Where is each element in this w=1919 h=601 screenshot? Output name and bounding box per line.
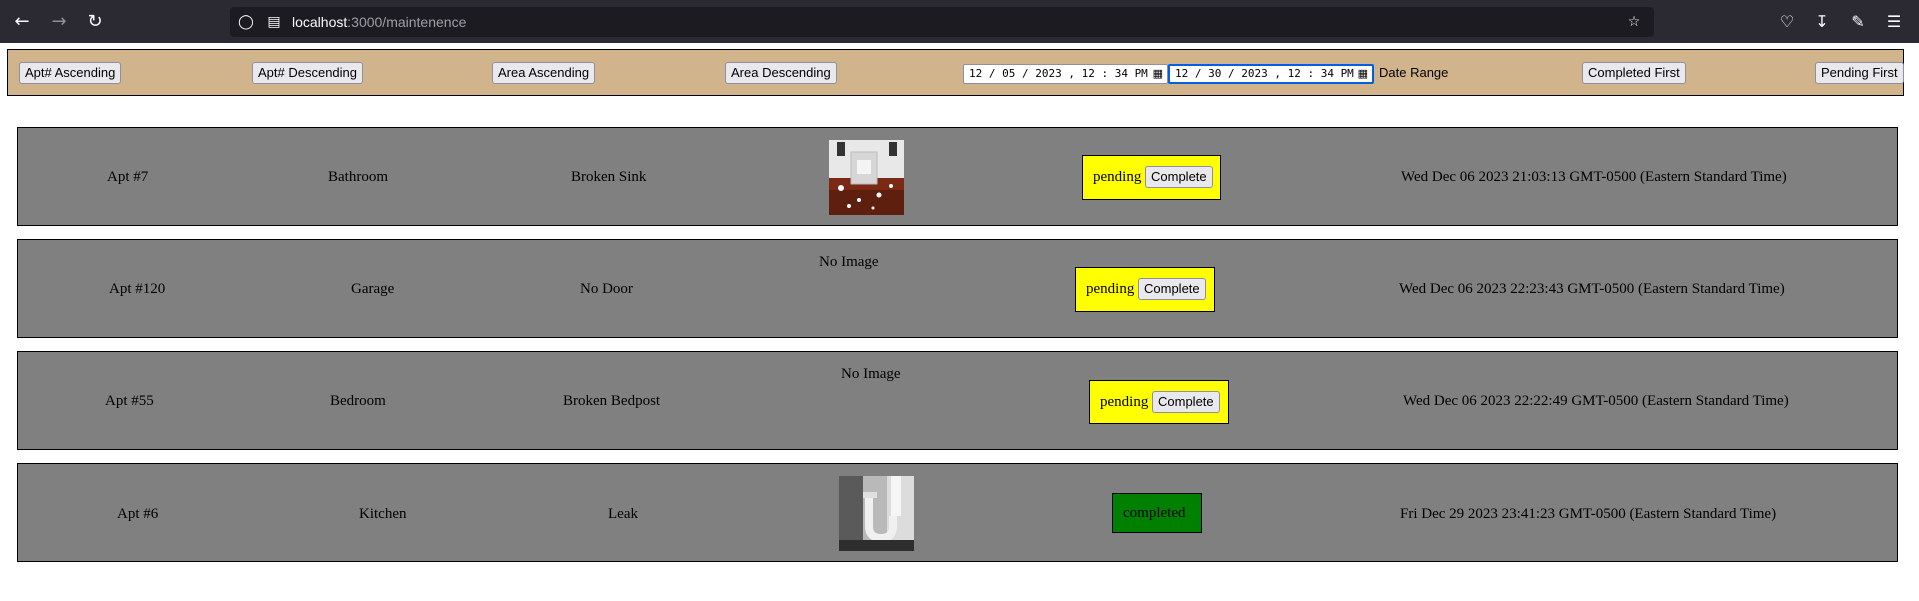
apt-ascending-button[interactable]: Apt# Ascending <box>19 62 122 84</box>
maintenance-request-row: Apt #6 Kitchen Leak completed Fri Dec 29… <box>17 463 1898 562</box>
status-badge: pending Complete <box>1082 155 1221 200</box>
url-bar[interactable]: ◯ ▤ localhost:3000/maintenence ☆ <box>230 7 1654 37</box>
start-date-value: 12 / 05 / 2023 , 12 : 34 PM <box>969 67 1148 80</box>
issue-description: Broken Bedpost <box>563 393 661 409</box>
end-date-value: 12 / 30 / 2023 , 12 : 34 PM <box>1175 67 1354 80</box>
complete-button[interactable]: Complete <box>1145 166 1213 188</box>
shield-icon[interactable]: ◯ <box>236 12 256 32</box>
area-descending-button[interactable]: Area Descending <box>725 62 837 84</box>
request-date: Wed Dec 06 2023 21:03:13 GMT-0500 (Easte… <box>1401 169 1787 185</box>
apt-descending-button[interactable]: Apt# Descending <box>252 62 364 84</box>
complete-button[interactable]: Complete <box>1152 391 1220 413</box>
back-arrow-icon[interactable]: ← <box>10 10 34 34</box>
download-icon[interactable]: ↧ <box>1810 10 1834 34</box>
maintenance-request-row: Apt #55 Bedroom Broken Bedpost No Image … <box>17 351 1898 450</box>
forward-arrow-icon: → <box>51 11 67 32</box>
area-ascending-button[interactable]: Area Ascending <box>492 62 596 84</box>
pending-first-button[interactable]: Pending First <box>1815 62 1904 84</box>
completed-first-button[interactable]: Completed First <box>1582 62 1686 84</box>
no-image-placeholder: No Image <box>819 254 879 270</box>
calendar-icon[interactable]: ▦ <box>1358 66 1368 82</box>
browser-toolbar: ← → ↻ ◯ ▤ localhost:3000/maintenence ☆ ♡… <box>0 0 1919 43</box>
url-path: :3000/maintenence <box>347 14 467 30</box>
hamburger-menu-icon[interactable]: ☰ <box>1882 10 1906 34</box>
status-text: pending <box>1100 394 1149 410</box>
status-badge: completed <box>1112 493 1202 533</box>
area: Garage <box>351 281 395 297</box>
request-date: Fri Dec 29 2023 23:41:23 GMT-0500 (Easte… <box>1400 506 1777 522</box>
bookmark-star-icon[interactable]: ☆ <box>1624 12 1644 32</box>
area: Bathroom <box>328 169 388 185</box>
apartment-number: Apt #6 <box>117 506 159 522</box>
apartment-number: Apt #120 <box>109 281 166 297</box>
url-text[interactable]: localhost:3000/maintenence <box>292 13 466 31</box>
area: Kitchen <box>359 506 407 522</box>
status-text: completed <box>1123 505 1186 521</box>
pocket-icon[interactable]: ♡ <box>1775 10 1799 34</box>
maintenance-request-row: Apt #7 Bathroom Broken Sink pending Comp… <box>17 127 1898 226</box>
no-image-placeholder: No Image <box>841 366 901 382</box>
apartment-number: Apt #7 <box>107 169 149 185</box>
reload-icon[interactable]: ↻ <box>83 10 107 34</box>
issue-description: Broken Sink <box>571 169 647 185</box>
broken-sink-photo <box>829 140 904 215</box>
sort-filter-toolbar: Apt# Ascending Apt# Descending Area Asce… <box>7 49 1904 96</box>
status-text: pending <box>1093 169 1142 185</box>
end-date-input[interactable]: 12 / 30 / 2023 , 12 : 34 PM ▦ <box>1168 64 1374 84</box>
complete-button[interactable]: Complete <box>1138 278 1206 300</box>
calendar-icon[interactable]: ▦ <box>1153 65 1163 83</box>
area: Bedroom <box>330 393 386 409</box>
status-badge: pending Complete <box>1075 267 1215 312</box>
issue-description: No Door <box>580 281 633 297</box>
status-text: pending <box>1086 281 1135 297</box>
issue-description: Leak <box>608 506 638 522</box>
status-badge: pending Complete <box>1089 380 1229 424</box>
request-date: Wed Dec 06 2023 22:23:43 GMT-0500 (Easte… <box>1399 281 1785 297</box>
date-range-button[interactable]: Date Range <box>1374 63 1453 85</box>
request-date: Wed Dec 06 2023 22:22:49 GMT-0500 (Easte… <box>1403 393 1789 409</box>
page-info-icon[interactable]: ▤ <box>264 12 284 32</box>
url-host: localhost <box>292 14 348 30</box>
apartment-number: Apt #55 <box>105 393 154 409</box>
start-date-input[interactable]: 12 / 05 / 2023 , 12 : 34 PM ▦ <box>963 64 1168 84</box>
leaking-pipe-photo <box>839 476 914 551</box>
maintenance-request-row: Apt #120 Garage No Door No Image pending… <box>17 239 1898 338</box>
extensions-icon[interactable]: ✎ <box>1846 10 1870 34</box>
